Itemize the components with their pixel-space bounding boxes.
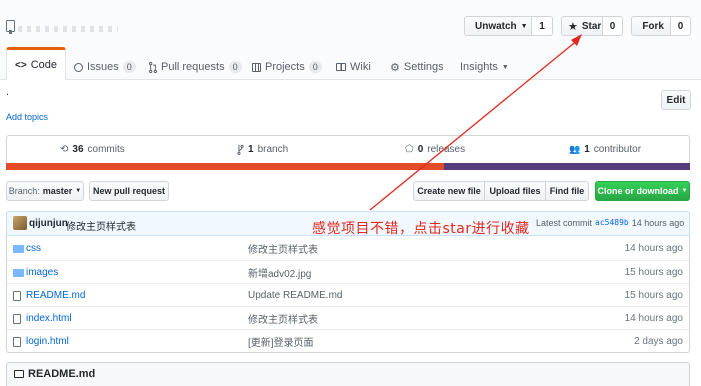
annotation-arrow	[369, 34, 582, 211]
annotation-text: 感觉项目不错，点击star进行收藏	[312, 221, 530, 237]
